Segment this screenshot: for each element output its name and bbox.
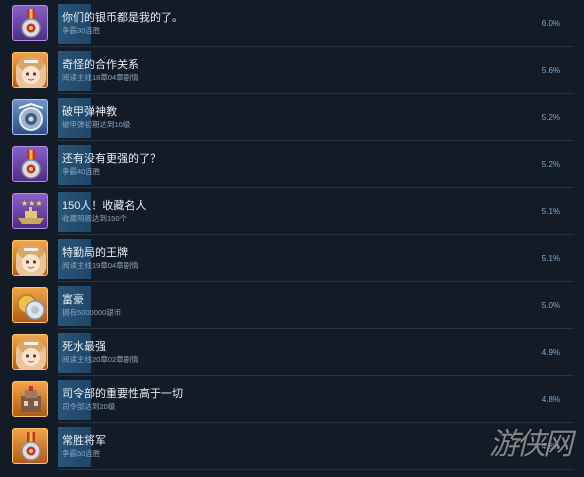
achievement-row[interactable]: ★★★ 150人！收藏名人 收藏明舰达到150个 5.1%: [0, 188, 584, 235]
row-divider: [58, 469, 574, 470]
achievement-description: 争霸30连胜: [62, 26, 101, 35]
achievement-row[interactable]: 你们的银币都是我的了。 争霸30连胜 6.0%: [0, 0, 584, 47]
unlock-percentage: 5.0%: [541, 301, 560, 310]
achievement-title: 司令部的重要性高于一切: [62, 388, 183, 400]
achievement-title: 破甲弹神教: [62, 106, 117, 118]
achievement-title: 150人！收藏名人: [62, 200, 147, 212]
svg-text:★★★: ★★★: [21, 199, 43, 208]
achievement-row[interactable]: 司令部的重要性高于一切 司令部达到20级 4.8%: [0, 376, 584, 423]
achievement-description: 阅读主线18章04章剧情: [62, 73, 139, 82]
unlock-percentage: 6.0%: [541, 19, 560, 28]
girl-portrait-icon: [12, 334, 48, 370]
headquarters-icon: [12, 381, 48, 417]
achievement-description: 拥有5000000银币: [62, 308, 122, 317]
achievement-description: 司令部达到20级: [62, 402, 116, 411]
achievement-title: 还有没有更强的了？: [62, 153, 161, 165]
ship-stars-icon: ★★★: [12, 193, 48, 229]
achievement-title: 常胜将军: [62, 435, 106, 447]
girl-portrait-icon: [12, 240, 48, 276]
unlock-percentage: 5.1%: [541, 254, 560, 263]
achievement-title: 奇怪的合作关系: [62, 59, 139, 71]
coins-icon: [12, 287, 48, 323]
unlock-percentage: 5.2%: [541, 160, 560, 169]
achievement-row[interactable]: 死水最强阅读主线20章02章剧情 4.9%: [0, 329, 584, 376]
achievement-row[interactable]: 奇怪的合作关系 阅读主线18章04章剧情 5.6%: [0, 47, 584, 94]
medal-icon: [12, 428, 48, 464]
achievement-title: 死水最强: [62, 341, 106, 353]
unlock-percentage: 5.6%: [541, 66, 560, 75]
achievement-description: 争霸50连胜: [62, 449, 101, 458]
medal-icon: [12, 5, 48, 41]
achievement-title: 你们的银币都是我的了。: [62, 12, 183, 24]
unlock-percentage: 4.8%: [541, 395, 560, 404]
achievement-row[interactable]: 还有没有更强的了？ 争霸40连胜 5.2%: [0, 141, 584, 188]
achievement-description: 争霸40连胜: [62, 167, 101, 176]
achievement-description: 阅读主线20章02章剧情: [62, 355, 139, 364]
achievement-row[interactable]: 富豪拥有5000000银币 5.0%: [0, 282, 584, 329]
achievement-row[interactable]: 破甲弹神教破甲弹初期达到10级 5.2%: [0, 94, 584, 141]
achievement-description: 破甲弹初期达到10级: [62, 120, 131, 129]
girl-portrait-icon: [12, 52, 48, 88]
shell-emblem-icon: [12, 99, 48, 135]
medal-icon: [12, 146, 48, 182]
unlock-percentage: 4.9%: [541, 348, 560, 357]
achievement-row[interactable]: 特勤局的王牌阅读主线19章04章剧情 5.1%: [0, 235, 584, 282]
achievement-description: 收藏明舰达到150个: [62, 214, 128, 223]
achievement-list: 你们的银币都是我的了。 争霸30连胜 6.0% 奇怪的合作关系 阅读主线18章04章剧情…: [0, 0, 584, 477]
achievement-description: 阅读主线19章04章剧情: [62, 261, 139, 270]
unlock-percentage: 5.2%: [541, 113, 560, 122]
achievement-title: 富豪: [62, 294, 84, 306]
unlock-percentage: 5.1%: [541, 207, 560, 216]
watermark-logo: 游侠网: [489, 427, 573, 462]
achievement-title: 特勤局的王牌: [62, 247, 128, 259]
